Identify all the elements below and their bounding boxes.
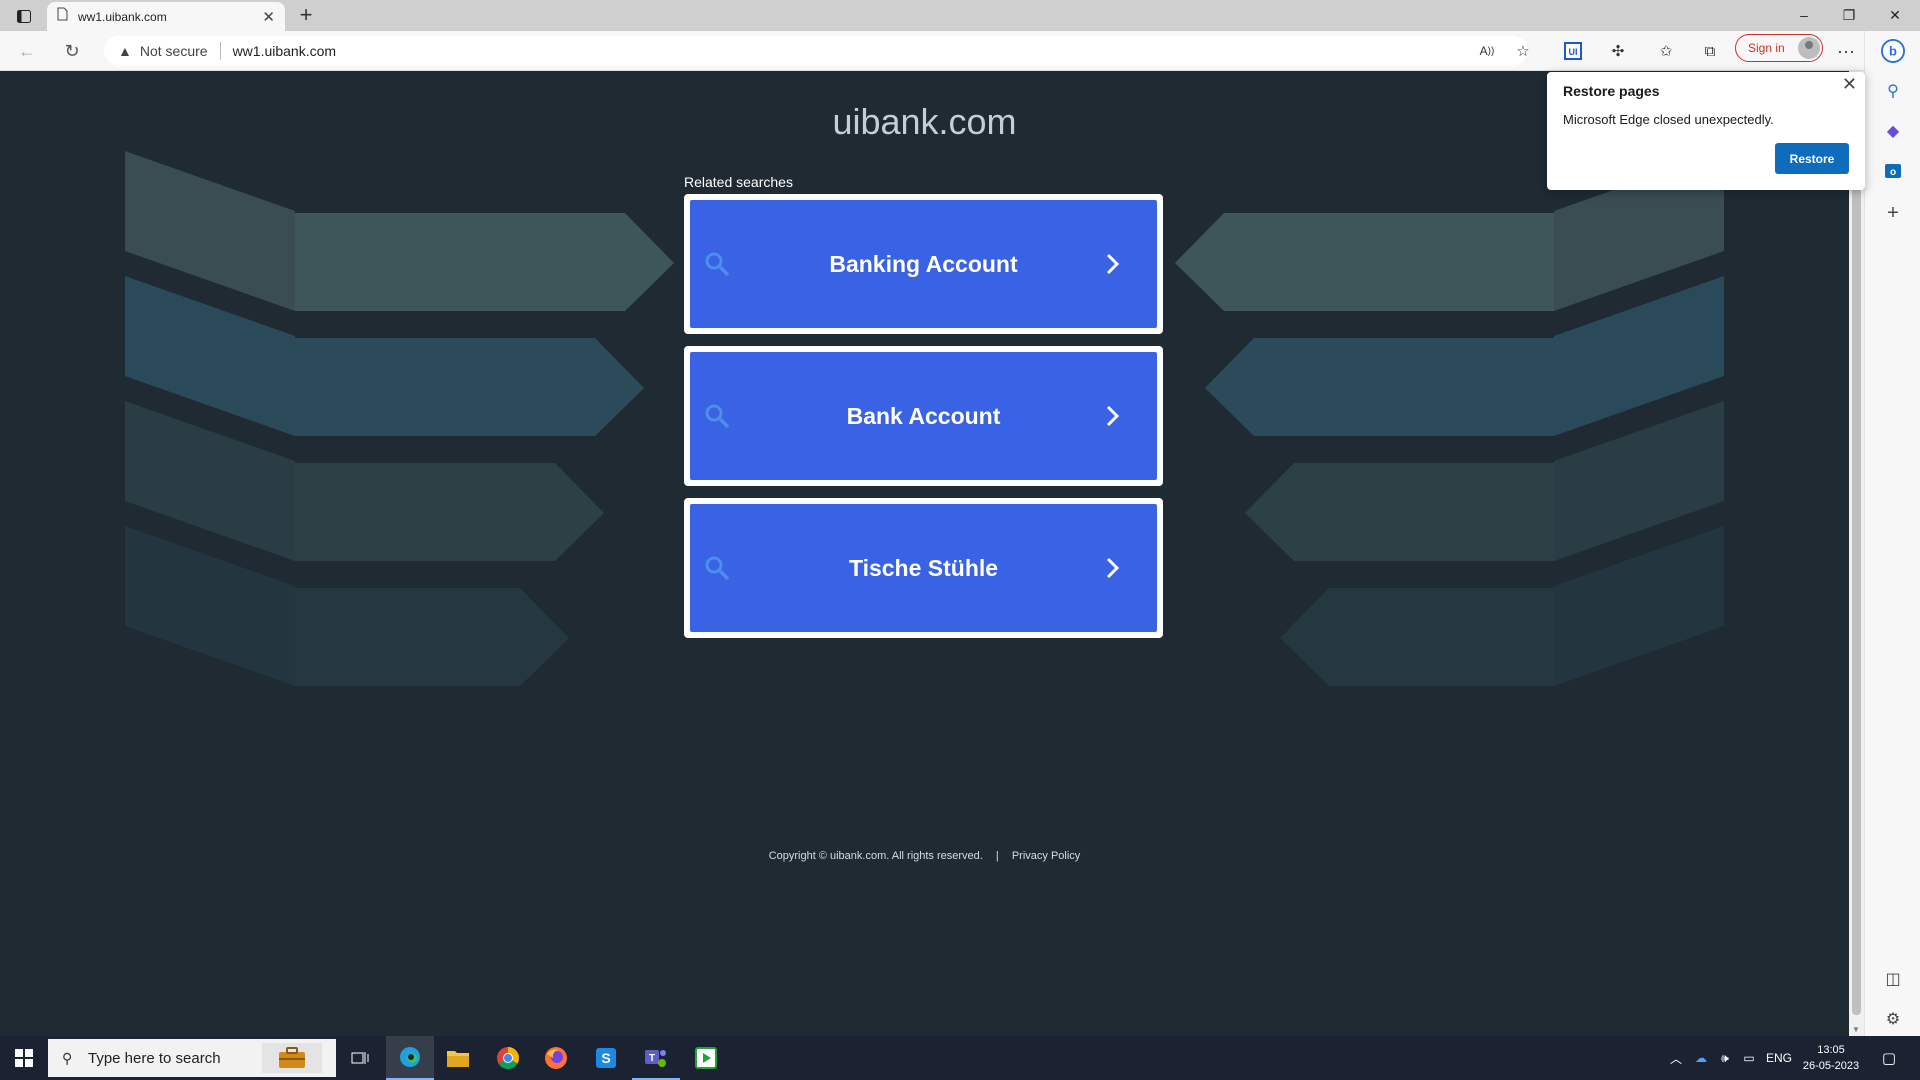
related-search-banking-account[interactable]: Banking Account <box>684 194 1163 334</box>
close-tab-icon[interactable]: ✕ <box>262 8 275 26</box>
svg-text:T: T <box>649 1053 655 1064</box>
browser-toolbar: ← ↻ ▲ Not secure ww1.uibank.com A)) ☆ UI… <box>0 31 1920 71</box>
firefox-icon[interactable] <box>532 1036 580 1080</box>
windows-logo-icon <box>15 1049 33 1067</box>
refresh-button[interactable]: ↻ <box>59 39 85 63</box>
chevron-right-icon <box>1106 253 1120 275</box>
sign-in-button[interactable]: Sign in <box>1735 34 1823 62</box>
restore-pages-popup: Restore pages Microsoft Edge closed unex… <box>1547 72 1865 190</box>
chrome-icon[interactable] <box>484 1036 532 1080</box>
avatar <box>1798 37 1820 59</box>
tab-actions-icon[interactable] <box>10 5 38 27</box>
add-sidebar-app-icon[interactable]: + <box>1881 201 1905 225</box>
search-icon: ⚲ <box>62 1050 73 1066</box>
popup-title: Restore pages <box>1563 83 1660 99</box>
svg-text:o: o <box>1890 167 1896 178</box>
search-icon <box>705 252 729 276</box>
notifications-icon[interactable]: ▢ <box>1874 1036 1904 1080</box>
start-button[interactable] <box>0 1036 48 1080</box>
warning-icon: ▲ <box>118 43 132 59</box>
scroll-down-icon[interactable]: ▼ <box>1852 1025 1860 1034</box>
page-icon <box>57 7 68 26</box>
restore-button[interactable]: Restore <box>1775 143 1849 174</box>
address-url[interactable]: ww1.uibank.com <box>233 43 337 59</box>
extension-ui-icon[interactable]: UI <box>1561 39 1585 63</box>
clock-date: 26-05-2023 <box>1802 1060 1860 1072</box>
file-explorer-icon[interactable] <box>434 1036 482 1080</box>
language-indicator[interactable]: ENG <box>1764 1036 1794 1080</box>
show-hidden-icons-icon[interactable]: ︿ <box>1666 1036 1686 1080</box>
chevron-right-icon <box>1106 405 1120 427</box>
search-icon <box>705 556 729 580</box>
svg-text:b: b <box>1889 44 1897 59</box>
restore-window-button[interactable]: ❐ <box>1834 5 1864 25</box>
scrollbar-thumb[interactable] <box>1852 85 1861 1015</box>
tools-icon[interactable]: ◆ <box>1881 119 1905 143</box>
copyright-text: Copyright © uibank.com. All rights reser… <box>768 850 983 862</box>
popup-message: Microsoft Edge closed unexpectedly. <box>1563 112 1774 127</box>
search-card-label: Banking Account <box>829 250 1018 277</box>
svg-text:UI: UI <box>1569 47 1578 57</box>
search-icon[interactable]: ⚲ <box>1881 79 1905 103</box>
app-s-icon[interactable]: S <box>582 1036 630 1080</box>
favorites-icon[interactable]: ✩ <box>1654 39 1678 63</box>
page-scrollbar[interactable]: ▲ ▼ <box>1849 71 1864 1036</box>
footer-separator: | <box>995 850 999 862</box>
sign-in-label: Sign in <box>1748 41 1785 55</box>
hide-sidebar-icon[interactable]: ◫ <box>1881 967 1905 991</box>
new-tab-button[interactable]: + <box>294 4 318 28</box>
close-icon[interactable]: ✕ <box>1842 74 1857 95</box>
add-favorite-icon[interactable]: ☆ <box>1511 39 1535 63</box>
browser-tab[interactable]: ww1.uibank.com ✕ <box>47 2 285 31</box>
address-bar[interactable]: ▲ Not secure ww1.uibank.com <box>104 36 1528 66</box>
media-player-icon[interactable] <box>682 1036 730 1080</box>
windows-taskbar: ⚲ Type here to search S T ︿ ☁ 🕪 ▭ ENG 13… <box>0 1036 1920 1080</box>
security-label[interactable]: Not secure <box>140 43 208 59</box>
task-view-icon[interactable] <box>336 1036 384 1080</box>
search-card-label: Tische Stühle <box>848 554 999 581</box>
web-page: uibank.com Related searches Banking Acco… <box>0 71 1849 1036</box>
settings-gear-icon[interactable]: ⚙ <box>1881 1007 1905 1031</box>
volume-icon[interactable]: 🕪 <box>1714 1036 1736 1080</box>
network-icon[interactable]: ▭ <box>1738 1036 1760 1080</box>
related-searches-label: Related searches <box>684 174 793 190</box>
privacy-policy-link[interactable]: Privacy Policy <box>1012 850 1080 862</box>
more-menu-icon[interactable]: ··· <box>1834 39 1858 63</box>
onedrive-icon[interactable]: ☁ <box>1690 1036 1712 1080</box>
collections-icon[interactable]: ⧉ <box>1698 39 1722 63</box>
briefcase-icon[interactable] <box>262 1043 322 1073</box>
page-footer: Copyright © uibank.com. All rights reser… <box>0 850 1849 862</box>
taskbar-search-placeholder: Type here to search <box>88 1049 221 1067</box>
taskbar-clock[interactable]: 13:05 26-05-2023 <box>1796 1042 1866 1074</box>
outlook-icon[interactable]: o <box>1881 159 1905 183</box>
edge-sidebar: b ⚲ ◆ o + ◫ ⚙ <box>1864 31 1920 1036</box>
related-search-bank-account[interactable]: Bank Account <box>684 346 1163 486</box>
edge-taskbar-icon[interactable] <box>386 1036 434 1080</box>
read-aloud-icon[interactable]: A)) <box>1475 39 1499 63</box>
taskbar-search-box[interactable]: ⚲ Type here to search <box>48 1039 336 1077</box>
chevron-right-icon <box>1106 557 1120 579</box>
teams-icon[interactable]: T <box>632 1036 680 1080</box>
close-window-button[interactable]: ✕ <box>1880 5 1910 25</box>
svg-text:S: S <box>601 1050 610 1066</box>
search-icon <box>705 404 729 428</box>
related-search-tische-stuehle[interactable]: Tische Stühle <box>684 498 1163 638</box>
tab-title: ww1.uibank.com <box>78 9 167 24</box>
address-separator <box>219 42 221 60</box>
back-button[interactable]: ← <box>14 39 40 63</box>
search-card-label: Bank Account <box>846 402 1001 429</box>
extensions-icon[interactable]: ✣ <box>1606 39 1630 63</box>
bing-chat-icon[interactable]: b <box>1881 39 1905 63</box>
tab-strip: ww1.uibank.com ✕ + – ❐ ✕ <box>0 0 1920 31</box>
clock-time: 13:05 <box>1817 1044 1845 1056</box>
minimize-button[interactable]: – <box>1789 5 1819 25</box>
